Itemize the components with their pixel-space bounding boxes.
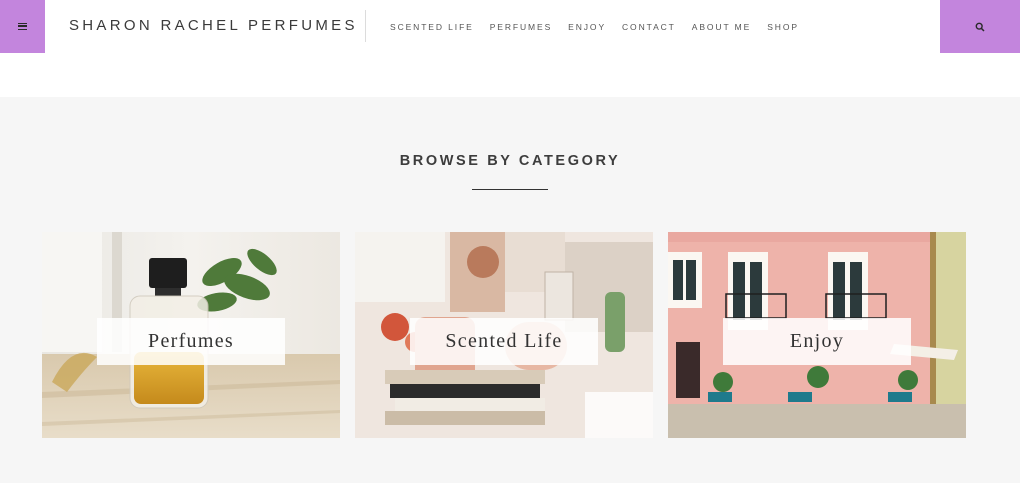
- menu-button[interactable]: [0, 0, 45, 53]
- nav-item-shop[interactable]: SHOP: [767, 22, 799, 32]
- section-title: BROWSE BY CATEGORY: [399, 153, 621, 169]
- site-logo[interactable]: SHARON RACHEL PERFUMES: [69, 0, 358, 53]
- category-card-perfumes[interactable]: Perfumes: [42, 232, 340, 438]
- hamburger-icon: [18, 23, 27, 30]
- title-underline: [472, 189, 548, 190]
- nav-item-enjoy[interactable]: ENJOY: [568, 22, 606, 32]
- category-card-enjoy[interactable]: Enjoy: [668, 232, 966, 438]
- search-button[interactable]: [940, 0, 1020, 53]
- browse-by-category-section: BROWSE BY CATEGORY Perfumes Scented Life…: [0, 97, 1020, 483]
- nav-item-contact[interactable]: CONTACT: [622, 22, 676, 32]
- category-card-scented-life[interactable]: Scented Life: [355, 232, 653, 438]
- category-label-enjoy: Enjoy: [723, 318, 911, 365]
- nav-item-about-me[interactable]: ABOUT ME: [692, 22, 751, 32]
- nav-item-perfumes[interactable]: PERFUMES: [490, 22, 552, 32]
- main-nav: SCENTED LIFE PERFUMES ENJOY CONTACT ABOU…: [390, 0, 815, 53]
- site-header: SHARON RACHEL PERFUMES SCENTED LIFE PERF…: [0, 0, 1020, 53]
- category-label-perfumes: Perfumes: [97, 318, 285, 365]
- header-divider: [365, 10, 366, 42]
- category-label-scented-life: Scented Life: [410, 318, 598, 365]
- search-icon: [975, 22, 985, 32]
- nav-item-scented-life[interactable]: SCENTED LIFE: [390, 22, 474, 32]
